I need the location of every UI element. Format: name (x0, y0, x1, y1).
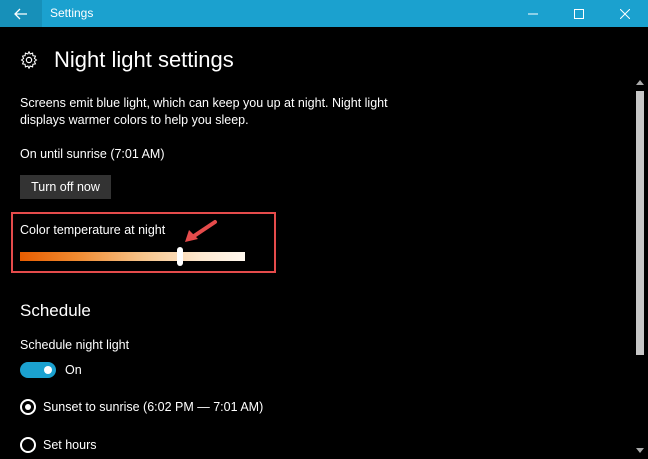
slider-thumb[interactable] (176, 247, 183, 266)
radio-sunset-to-sunrise[interactable] (20, 399, 36, 415)
scroll-up-icon (636, 79, 644, 85)
maximize-button[interactable] (556, 0, 602, 27)
scroll-thumb[interactable] (636, 91, 644, 355)
title-bar: Settings (0, 0, 648, 27)
schedule-night-light-label: Schedule night light (20, 338, 130, 352)
red-arrow-icon (185, 220, 217, 242)
gear-icon (20, 51, 38, 69)
color-temperature-slider[interactable] (20, 252, 245, 261)
radio-set-hours[interactable] (20, 437, 36, 453)
window-title: Settings (50, 6, 94, 20)
status-text: On until sunrise (7:01 AM) (20, 147, 165, 161)
toggle-state-text: On (65, 363, 82, 377)
description-text: Screens emit blue light, which can keep … (20, 96, 388, 127)
radio-label-set-hours: Set hours (43, 438, 97, 452)
scroll-down-button[interactable] (632, 443, 648, 457)
toggle-knob (44, 366, 52, 374)
close-button[interactable] (602, 0, 648, 27)
close-icon (620, 8, 630, 19)
highlight-box (11, 212, 276, 273)
maximize-icon (574, 8, 584, 19)
color-temperature-label: Color temperature at night (20, 223, 166, 237)
scroll-down-icon (636, 447, 644, 453)
back-arrow-icon (14, 8, 27, 19)
radio-label-sunset-to-sunrise: Sunset to sunrise (6:02 PM — 7:01 AM) (43, 400, 264, 414)
radio-selected-dot (25, 404, 31, 410)
page-title: Night light settings (54, 47, 234, 72)
back-button[interactable] (0, 0, 42, 27)
schedule-heading: Schedule (20, 301, 91, 320)
turn-off-now-button[interactable]: Turn off now (20, 175, 111, 199)
minimize-button[interactable] (510, 0, 556, 27)
scroll-up-button[interactable] (632, 75, 648, 89)
scrollbar[interactable] (632, 75, 648, 459)
page-header: Night light settings (20, 44, 234, 76)
schedule-toggle[interactable] (20, 362, 56, 378)
minimize-icon (528, 13, 538, 14)
